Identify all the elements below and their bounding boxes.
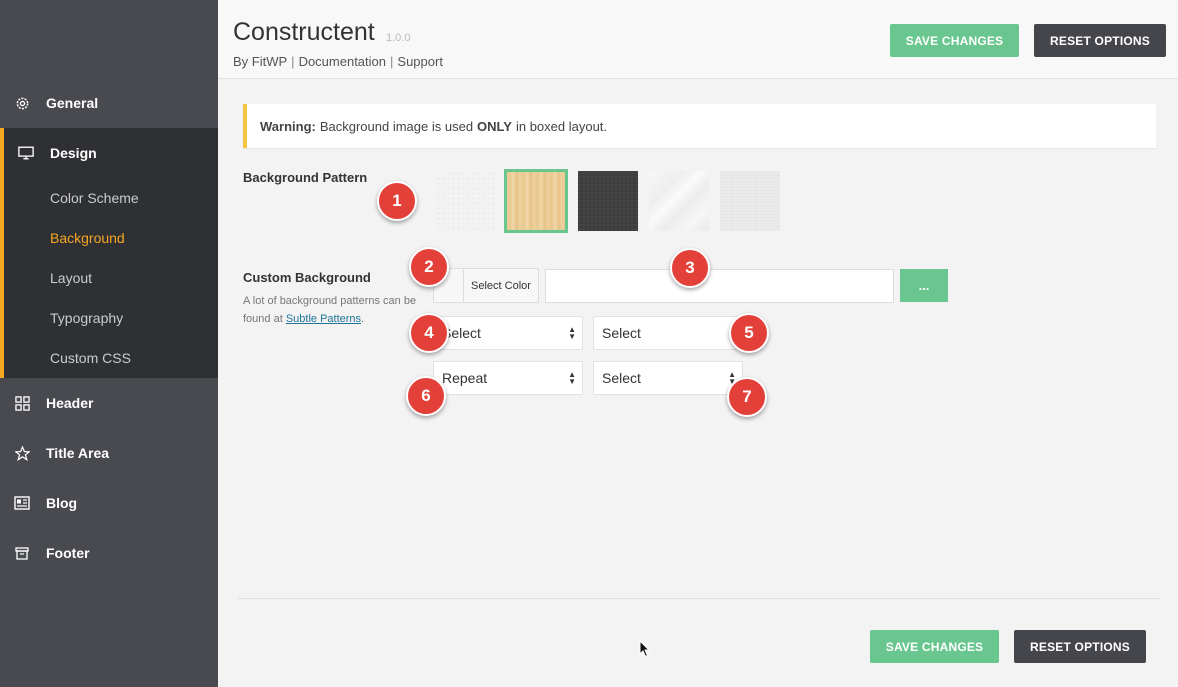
pattern-wood[interactable] bbox=[504, 169, 568, 233]
nav-general-label: General bbox=[46, 95, 99, 111]
annotation-badge-4: 4 bbox=[409, 313, 449, 353]
monitor-icon bbox=[18, 145, 34, 161]
reset-options-button-top[interactable]: RESET OPTIONS bbox=[1034, 24, 1166, 57]
select-color-button[interactable]: Select Color bbox=[433, 268, 539, 303]
header-links: By FitWP | Documentation | Support bbox=[233, 54, 443, 69]
upload-image-button[interactable]: ... bbox=[900, 269, 948, 302]
custom-background-description: A lot of background patterns can be foun… bbox=[243, 292, 423, 328]
warning-text-2: in boxed layout. bbox=[515, 118, 608, 134]
select-value: Select bbox=[602, 370, 641, 386]
nav-title-area[interactable]: Title Area bbox=[0, 428, 218, 478]
annotation-badge-3: 3 bbox=[670, 248, 710, 288]
nav-footer-label: Footer bbox=[46, 545, 90, 561]
submenu-layout[interactable]: Layout bbox=[50, 270, 92, 286]
footer-icon bbox=[14, 545, 30, 561]
pattern-light-grey[interactable] bbox=[436, 171, 496, 231]
nav-design-label: Design bbox=[50, 145, 97, 161]
mouse-cursor-icon bbox=[639, 639, 651, 663]
annotation-badge-6: 6 bbox=[406, 376, 446, 416]
submenu-custom-css[interactable]: Custom CSS bbox=[50, 350, 131, 366]
footer-divider bbox=[238, 598, 1161, 599]
documentation-link[interactable]: Documentation bbox=[299, 54, 386, 69]
design-submenu: Color Scheme Background Layout Typograph… bbox=[0, 178, 218, 378]
news-icon bbox=[14, 495, 30, 511]
nav-blog[interactable]: Blog bbox=[0, 478, 218, 528]
background-image-url-input[interactable] bbox=[545, 269, 894, 303]
pattern-dark[interactable] bbox=[578, 171, 638, 231]
grid-icon bbox=[14, 395, 30, 411]
reset-options-button-bottom[interactable]: RESET OPTIONS bbox=[1014, 630, 1146, 663]
background-attachment-select[interactable]: Select ▲ ▼ bbox=[593, 361, 743, 395]
annotation-badge-7: 7 bbox=[727, 377, 767, 417]
background-pattern-label: Background Pattern bbox=[243, 170, 368, 185]
support-link[interactable]: Support bbox=[397, 54, 443, 69]
warning-prefix: Warning: bbox=[260, 118, 316, 134]
background-size-select[interactable]: Select ▲ ▼ bbox=[433, 316, 583, 350]
pattern-light-texture[interactable] bbox=[720, 171, 780, 231]
submenu-color-scheme[interactable]: Color Scheme bbox=[50, 190, 139, 206]
warning-strong: ONLY bbox=[477, 118, 512, 134]
submenu-typography[interactable]: Typography bbox=[50, 310, 123, 326]
app-version: 1.0.0 bbox=[386, 32, 411, 44]
annotation-badge-2: 2 bbox=[409, 247, 449, 287]
select-value: Select bbox=[602, 325, 641, 341]
star-icon bbox=[14, 445, 30, 461]
annotation-badge-5: 5 bbox=[729, 313, 769, 353]
save-changes-button-top[interactable]: SAVE CHANGES bbox=[890, 24, 1019, 57]
save-changes-button-bottom[interactable]: SAVE CHANGES bbox=[870, 630, 999, 663]
warning-text-1: Background image is used bbox=[319, 118, 474, 134]
background-position-select[interactable]: Select ▲▼ bbox=[593, 316, 743, 350]
nav-footer[interactable]: Footer bbox=[0, 528, 218, 578]
nav-header[interactable]: Header bbox=[0, 378, 218, 428]
nav-title-area-label: Title Area bbox=[46, 445, 110, 461]
custom-background-label: Custom Background bbox=[243, 270, 371, 285]
warning-notice: Warning: Background image is used ONLY i… bbox=[243, 104, 1156, 148]
author-link[interactable]: By FitWP bbox=[233, 54, 287, 69]
nav-blog-label: Blog bbox=[46, 495, 78, 511]
annotation-badge-1: 1 bbox=[377, 181, 417, 221]
subtle-patterns-link[interactable]: Subtle Patterns bbox=[286, 313, 361, 325]
nav-header-label: Header bbox=[46, 395, 94, 411]
gear-icon bbox=[14, 95, 30, 111]
pattern-white-shards[interactable] bbox=[649, 171, 709, 231]
select-value: Repeat bbox=[442, 370, 488, 386]
select-arrows-icon: ▲▼ bbox=[568, 325, 576, 341]
nav-general[interactable]: General bbox=[0, 78, 218, 128]
app-title: Constructent bbox=[233, 18, 375, 46]
submenu-background[interactable]: Background bbox=[50, 230, 125, 246]
sidebar: General Design Color Scheme Background L… bbox=[0, 0, 218, 687]
description-end: . bbox=[361, 313, 365, 325]
nav-design[interactable]: Design bbox=[0, 128, 218, 178]
background-repeat-select[interactable]: Repeat ▲ ▼ bbox=[433, 361, 583, 395]
select-arrows-icon: ▲▼ bbox=[568, 370, 576, 386]
select-color-label: Select Color bbox=[471, 279, 531, 292]
